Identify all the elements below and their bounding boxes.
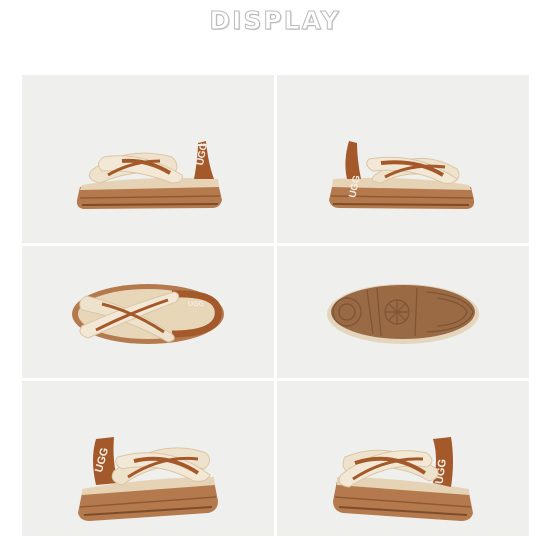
ugg-logo-strap: UGG: [188, 301, 205, 308]
product-image-side-right[interactable]: UGG: [277, 75, 529, 243]
product-image-rear-right[interactable]: UGG: [277, 381, 529, 536]
product-gallery: UGG UGG UGG UGG UGG: [22, 75, 529, 536]
sandal-side-right-illustration: UGG: [329, 141, 475, 209]
sandal-rear-left-illustration: UGG: [78, 437, 218, 521]
product-image-side-left[interactable]: UGG: [22, 75, 274, 243]
sandal-top-illustration: UGG: [72, 284, 224, 344]
sandal-rear-right-illustration: UGG: [333, 437, 473, 521]
product-image-top[interactable]: UGG: [22, 246, 274, 378]
sandal-sole-illustration: [327, 284, 479, 344]
product-image-sole[interactable]: [277, 246, 529, 378]
sandal-side-left-illustration: UGG: [76, 141, 222, 209]
page-title: DISPLAY: [209, 6, 341, 36]
product-image-rear-left[interactable]: UGG: [22, 381, 274, 536]
